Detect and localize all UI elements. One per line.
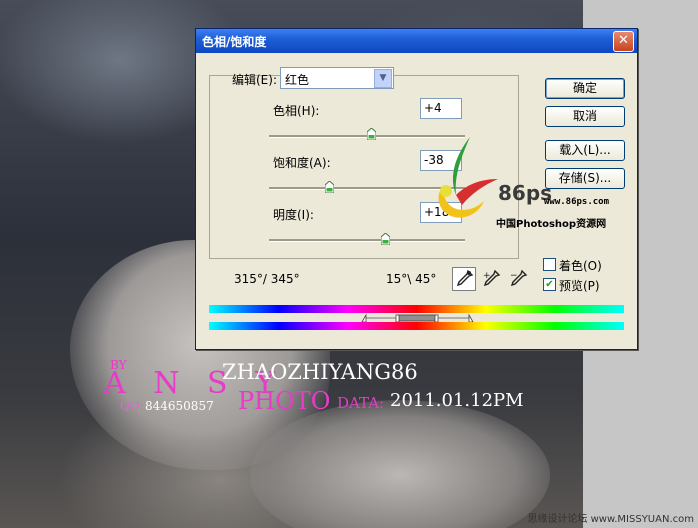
eyedropper-minus-button[interactable]: −	[506, 267, 530, 291]
preview-checkbox[interactable]: ✔	[543, 278, 556, 291]
lightness-slider-thumb[interactable]	[381, 233, 390, 245]
source-spectrum-bar	[209, 305, 624, 313]
range-left-readout: 315°/ 345°	[234, 272, 300, 286]
eyedropper-minus-icon: −	[510, 269, 528, 287]
eyedropper-plus-button[interactable]: +	[479, 267, 503, 291]
edit-select[interactable]: 红色 ▼	[280, 67, 394, 89]
saturation-label: 饱和度(A):	[273, 156, 331, 170]
lightness-label: 明度(I):	[273, 208, 314, 222]
overlay-photo-word: PHOTO	[238, 387, 331, 415]
eyedropper-icon	[456, 269, 474, 287]
overlay-date: 2011.01.12PM	[390, 390, 524, 411]
svg-text:+: +	[483, 271, 491, 281]
hue-slider-thumb[interactable]	[367, 128, 376, 140]
watermark: 思缘设计论坛 www.MISSYUAN.com	[527, 514, 694, 525]
edit-label: 编辑(E):	[232, 73, 277, 87]
eyedropper-plus-icon: +	[483, 269, 501, 287]
edit-select-value: 红色	[285, 73, 310, 87]
overlay-data-word: DATA:	[337, 394, 385, 412]
colorize-label: 着色(O)	[559, 259, 602, 273]
dialog-titlebar[interactable]: 色相/饱和度 ✕	[196, 29, 637, 53]
colorize-checkbox[interactable]	[543, 258, 556, 271]
saturation-slider-thumb[interactable]	[325, 181, 334, 193]
preview-label: 预览(P)	[559, 279, 600, 293]
ok-button[interactable]: 确定	[545, 78, 625, 99]
cancel-button[interactable]: 取消	[545, 106, 625, 127]
hue-label: 色相(H):	[273, 104, 320, 118]
eyedropper-button[interactable]	[452, 267, 476, 291]
hue-value: +4	[424, 101, 442, 115]
dropdown-arrow-icon[interactable]: ▼	[374, 69, 392, 88]
overlay-author: ZHAOZHIYANG86	[222, 360, 418, 384]
lightness-slider-track[interactable]	[269, 239, 465, 242]
overlay-qq-label: QQ:	[120, 399, 144, 413]
result-spectrum-bar	[209, 322, 624, 330]
load-button[interactable]: 载入(L)...	[545, 140, 625, 161]
logo-url: www.86ps.com	[544, 197, 610, 207]
hue-input[interactable]: +4	[420, 98, 462, 119]
dialog-title: 色相/饱和度	[202, 35, 267, 49]
range-right-readout: 15°\ 45°	[386, 272, 437, 286]
save-button[interactable]: 存储(S)...	[545, 168, 625, 189]
86ps-logo-icon	[438, 137, 498, 218]
logo-cn: 中国Photoshop资源网	[496, 219, 607, 230]
overlay-qq-number: 844650857	[145, 399, 214, 413]
hue-saturation-dialog: 色相/饱和度 ✕ 编辑(E): 红色 ▼ 色相(H): +4 饱和度(A): -…	[195, 28, 638, 350]
svg-text:−: −	[510, 271, 518, 281]
close-icon[interactable]: ✕	[613, 31, 634, 52]
